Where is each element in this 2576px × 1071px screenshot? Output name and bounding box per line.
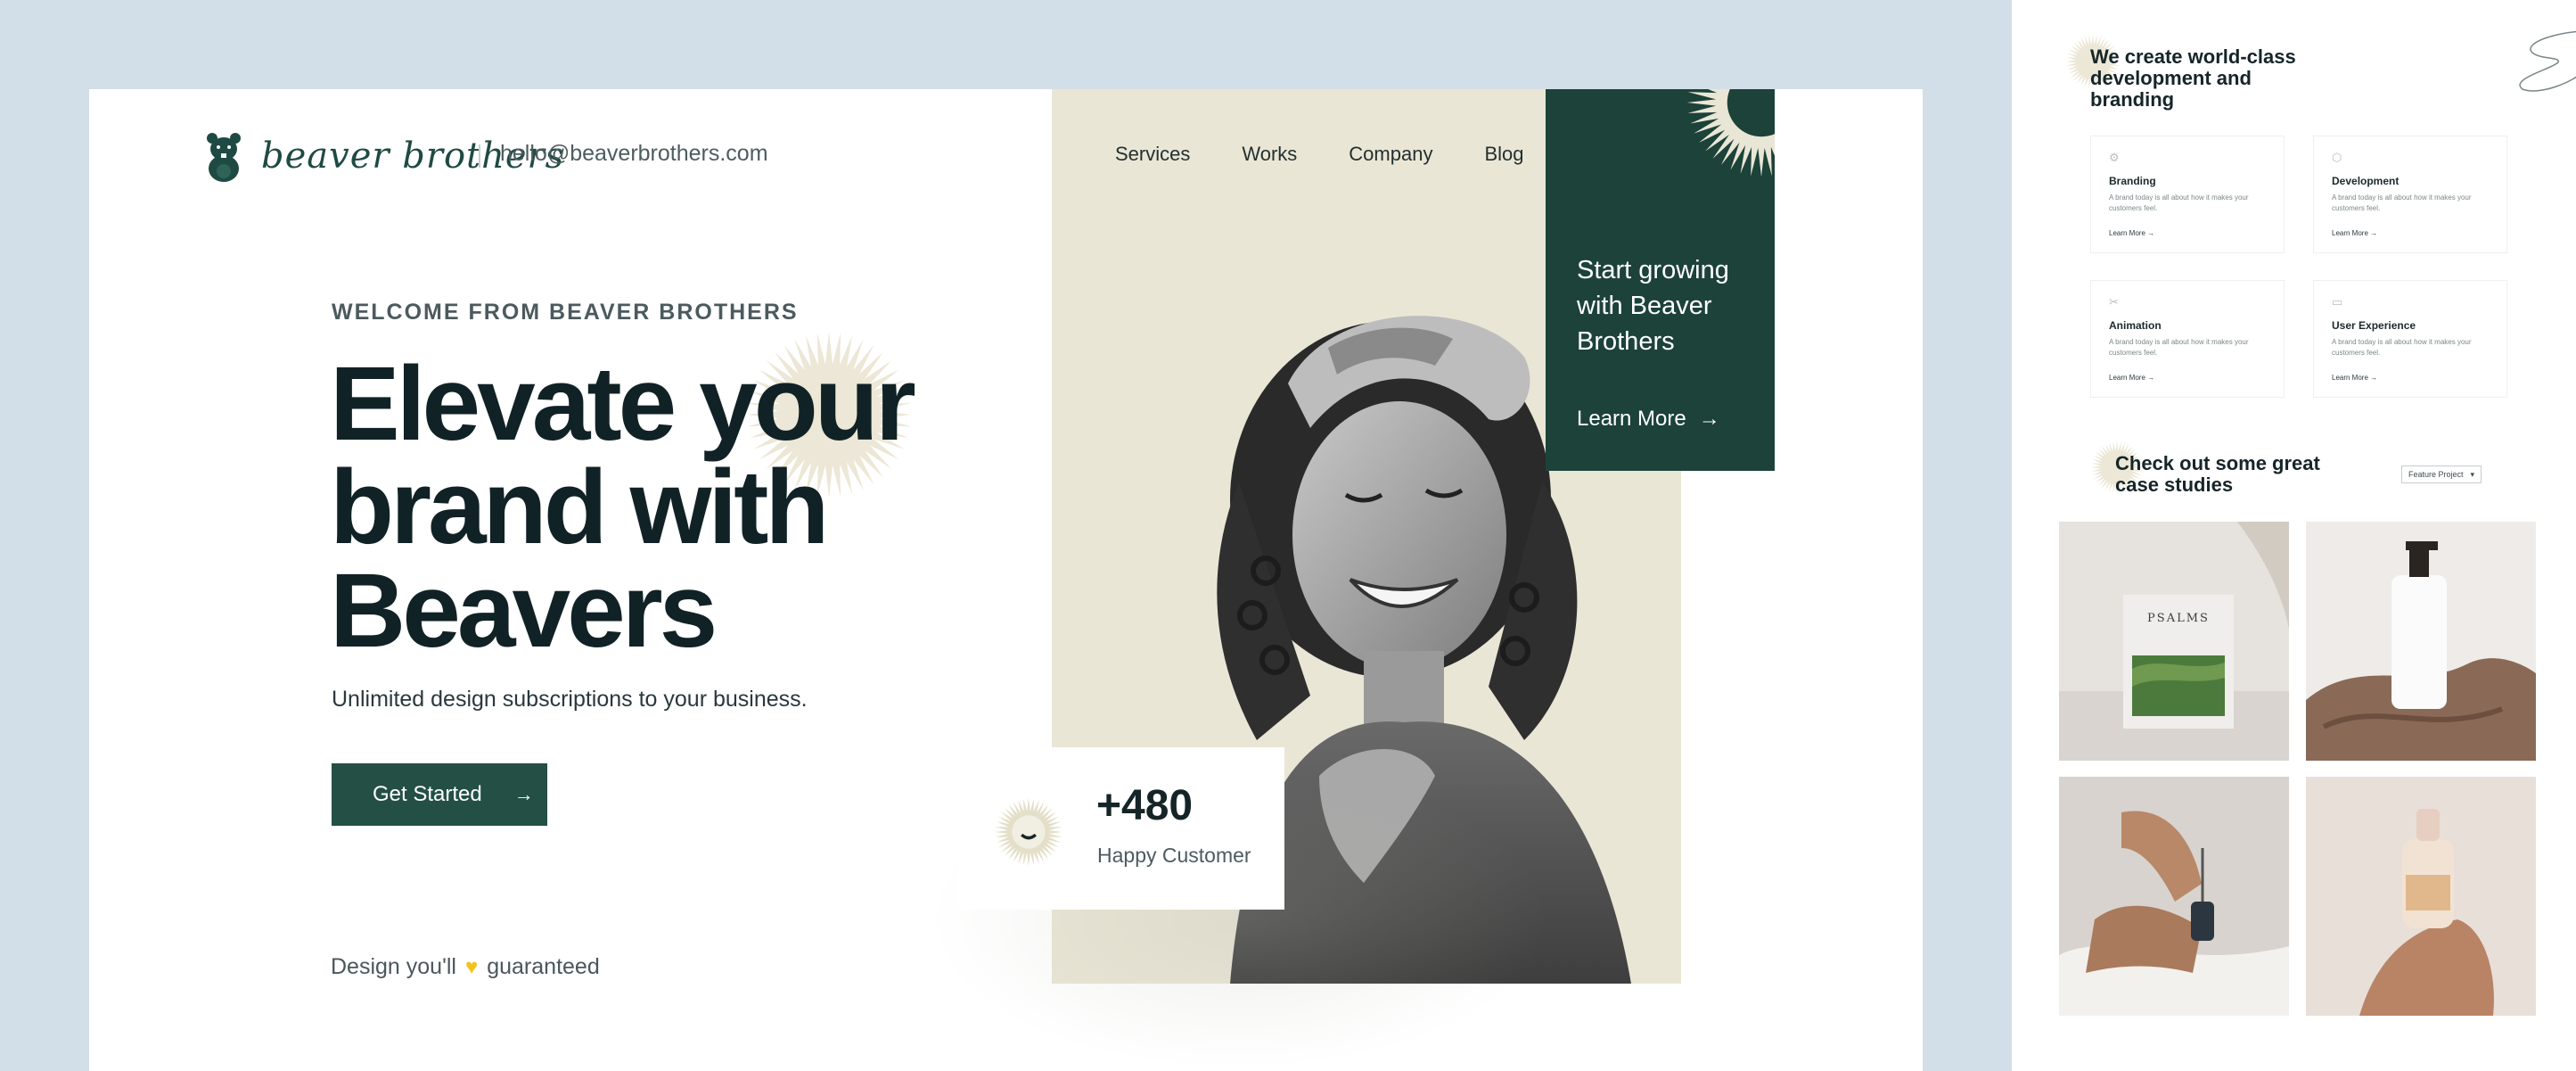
hero-subtitle: Unlimited design subscriptions to your b… (332, 687, 808, 712)
arrow-right-icon: → (2370, 229, 2378, 237)
learn-more-label: Learn More (2109, 374, 2145, 382)
arrow-right-icon: → (513, 783, 534, 805)
guarantee-text-before: Design you'll (331, 954, 456, 979)
service-learn-more[interactable]: Learn More → (2109, 374, 2154, 382)
nav-item-company[interactable]: Company (1349, 143, 1432, 166)
get-started-button[interactable]: Get Started → (332, 763, 547, 826)
service-name: User Experience (2332, 319, 2416, 332)
promo-learn-more-link[interactable]: Learn More → (1577, 407, 1720, 432)
learn-more-label: Learn More (2109, 229, 2145, 237)
service-learn-more[interactable]: Learn More → (2332, 229, 2377, 237)
development-icon: ⬡ (2332, 151, 2342, 164)
feature-project-select[interactable]: Feature Project ▾ (2401, 465, 2482, 483)
promo-card-title: Start growing with Beaver Brothers (1577, 256, 1729, 356)
service-card-user-experience[interactable]: ▭ User Experience A brand today is all a… (2313, 280, 2507, 398)
headline-line-1: Elevate your (330, 345, 916, 463)
main-nav: Services Works Company Blog (1115, 143, 1524, 166)
customer-count-label: Happy Customer (1097, 844, 1251, 867)
branding-icon: ⚙ (2109, 151, 2120, 164)
promo-card: Start growing with Beaver Brothers Learn… (1546, 89, 1775, 471)
sunburst-smile-icon (994, 797, 1063, 867)
nav-item-services[interactable]: Services (1115, 143, 1190, 166)
service-card-branding[interactable]: ⚙ Branding A brand today is all about ho… (2090, 136, 2285, 253)
heart-icon: ♥ (464, 954, 479, 979)
get-started-label: Get Started (373, 782, 482, 806)
animation-icon: ✂ (2109, 295, 2119, 309)
sunburst-icon (1686, 89, 1775, 177)
service-desc: A brand today is all about how it makes … (2109, 194, 2249, 212)
service-name: Development (2332, 175, 2400, 187)
learn-more-label: Learn More (2332, 229, 2368, 237)
decorative-scribble-icon (2519, 30, 2576, 92)
case-study-book-image[interactable]: PSALMS (2059, 522, 2289, 761)
beaver-logo-icon (207, 133, 241, 182)
case-study-dropper-image[interactable] (2059, 777, 2289, 1016)
service-name: Animation (2109, 319, 2162, 332)
arrow-right-icon: → (2147, 229, 2155, 237)
arrow-right-icon: → (1698, 407, 1720, 431)
service-desc: A brand today is all about how it makes … (2109, 338, 2249, 357)
promo-learn-more-label: Learn More (1577, 407, 1686, 431)
case-study-serum-image[interactable] (2306, 777, 2536, 1016)
book-title-text: PSALMS (2147, 612, 2210, 625)
case-study-bottle-image[interactable] (2306, 522, 2536, 761)
user-experience-icon: ▭ (2332, 295, 2343, 309)
service-card-development[interactable]: ⬡ Development A brand today is all about… (2313, 136, 2507, 253)
header-divider (479, 144, 480, 168)
customer-count: +480 (1096, 782, 1194, 829)
guarantee-note: Design you'll ♥ guaranteed (331, 954, 600, 980)
service-name: Branding (2109, 175, 2156, 187)
service-desc: A brand today is all about how it makes … (2332, 194, 2472, 212)
hero-headline: Elevate your brand with Beavers (330, 351, 954, 663)
hero-eyebrow: WELCOME FROM BEAVER BROTHERS (332, 300, 799, 325)
contact-email-link[interactable]: hello@beaverbrothers.com (500, 141, 768, 167)
case-studies-heading: Check out some great case studies (2115, 452, 2320, 496)
service-learn-more[interactable]: Learn More → (2332, 374, 2377, 382)
service-learn-more[interactable]: Learn More → (2109, 229, 2154, 237)
headline-line-3: Beavers (330, 552, 718, 670)
services-heading: We create world-class development and br… (2090, 45, 2296, 111)
learn-more-label: Learn More (2332, 374, 2368, 382)
happy-customer-card: +480 Happy Customer (958, 747, 1284, 910)
landing-frame: beaver brothers hello@beaverbrothers.com… (89, 89, 1923, 1071)
service-card-animation[interactable]: ✂ Animation A brand today is all about h… (2090, 280, 2285, 398)
guarantee-text-after: guaranteed (487, 954, 600, 979)
service-desc: A brand today is all about how it makes … (2332, 338, 2472, 357)
nav-item-blog[interactable]: Blog (1484, 143, 1523, 166)
feature-project-label: Feature Project (2408, 470, 2464, 479)
arrow-right-icon: → (2147, 374, 2155, 382)
chevron-down-icon: ▾ (2470, 469, 2474, 479)
nav-item-works[interactable]: Works (1242, 143, 1297, 166)
headline-line-2: brand with (330, 449, 830, 566)
arrow-right-icon: → (2370, 374, 2378, 382)
preview-panel: We create world-class development and br… (2012, 0, 2576, 1071)
